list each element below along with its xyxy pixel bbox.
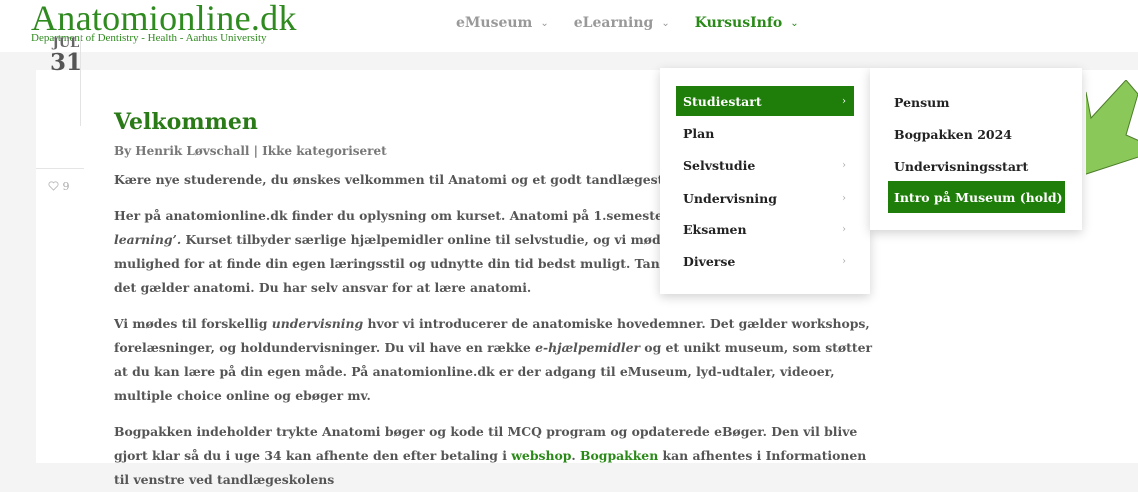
submenu-item-label: Bogpakken 2024 [894,126,1012,142]
submenu-item-pensum[interactable]: Pensum [888,86,1065,118]
date-separator [36,168,84,169]
paragraph-teaching: Vi mødes til forskellig undervisning hvo… [114,312,884,408]
menu-item-plan[interactable]: Plan [676,118,854,148]
menu-item-eksamen[interactable]: Eksamen › [676,214,854,244]
nav-item-emuseum[interactable]: eMuseum ⌄ [456,15,549,31]
heart-icon [48,181,59,191]
like-counter[interactable]: 9 [48,180,70,193]
chevron-right-icon: › [842,255,846,267]
paragraph-text: Vi mødes til forskellig [114,316,272,331]
paragraph-text: . [571,448,581,463]
studiestart-submenu: Pensum Bogpakken 2024 Undervisningsstart… [870,68,1082,230]
nav-item-kursusinfo[interactable]: KursusInfo ⌄ [695,15,799,31]
bogpakken-link[interactable]: Bogpakken [580,448,658,463]
top-header: Anatomionline.dk Department of Dentistry… [0,0,1138,52]
date-divider [80,36,81,126]
main-nav: eMuseum ⌄ eLearning ⌄ KursusInfo ⌄ [456,15,824,31]
menu-item-selvstudie[interactable]: Selvstudie › [676,150,854,180]
nav-label: eMuseum [456,15,533,31]
menu-item-undervisning[interactable]: Undervisning › [676,183,854,213]
pointer-arrow-icon [1086,80,1138,175]
menu-item-studiestart[interactable]: Studiestart › [676,86,854,116]
chevron-right-icon: › [842,192,846,204]
menu-item-label: Eksamen [683,221,747,237]
chevron-down-icon: ⌄ [661,17,670,29]
kursusinfo-dropdown: Studiestart › Plan Selvstudie › Undervis… [660,68,870,294]
webshop-link[interactable]: webshop [511,448,571,463]
menu-item-label: Studiestart [683,93,762,109]
submenu-item-undervisningsstart[interactable]: Undervisningsstart [888,150,1065,182]
paragraph-text: Kære nye studerende, du ønskes velkommen… [114,172,694,187]
submenu-item-bogpakken[interactable]: Bogpakken 2024 [888,118,1065,150]
submenu-item-label: Intro på Museum (hold) [894,189,1063,205]
submenu-item-label: Undervisningsstart [894,158,1029,174]
nav-item-elearning[interactable]: eLearning ⌄ [574,15,670,31]
chevron-down-icon: ⌄ [540,17,549,29]
nav-label: KursusInfo [694,15,783,31]
paragraph-text: det gælder anatomi. Du har selv ansvar f… [114,280,532,295]
chevron-down-icon: ⌄ [790,17,799,29]
chevron-right-icon: › [842,159,846,171]
menu-item-label: Diverse [683,253,736,269]
emphasis-text: e-hjælpemidler [535,340,640,355]
logo-title[interactable]: Anatomionline.dk [31,0,297,36]
menu-item-label: Plan [683,125,715,141]
menu-item-label: Undervisning [683,190,777,206]
submenu-item-label: Pensum [894,94,950,110]
emphasis-text: undervisning [271,316,364,331]
chevron-right-icon: › [842,95,846,107]
emphasis-text: learning’. [114,232,182,247]
nav-label: eLearning [573,15,654,31]
paragraph-bookpackage: Bogpakken indeholder trykte Anatomi bøge… [114,420,884,492]
menu-item-diverse[interactable]: Diverse › [676,246,854,276]
menu-item-label: Selvstudie [683,157,756,173]
like-count: 9 [62,180,70,193]
submenu-item-intro-museum[interactable]: Intro på Museum (hold) [888,181,1065,213]
chevron-right-icon: › [842,223,846,235]
